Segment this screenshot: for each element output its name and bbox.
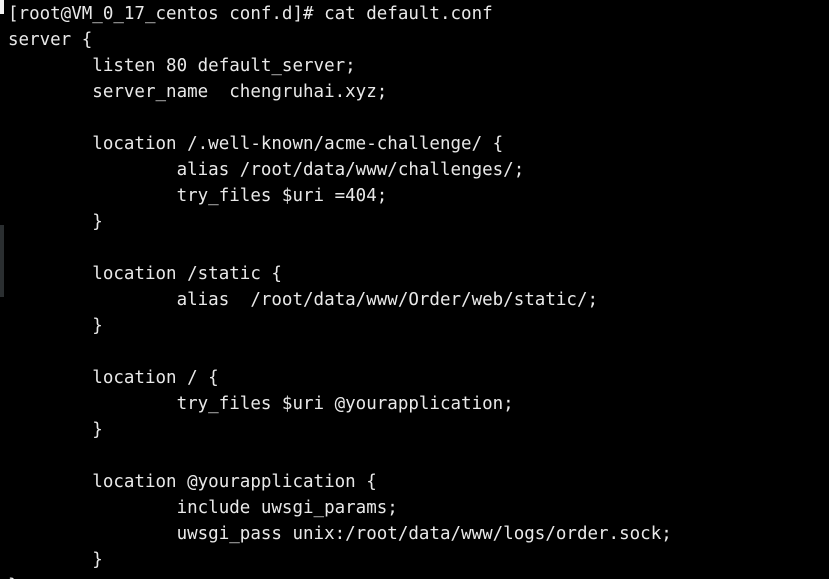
terminal-line: [root@VM_0_17_centos conf.d]# cat defaul… [8, 4, 493, 24]
terminal-line: alias /root/data/www/Order/web/static/; [8, 290, 599, 310]
terminal-line: server { [8, 30, 93, 50]
terminal-line: location /.well-known/acme-challenge/ { [8, 134, 504, 154]
terminal-line: include uwsgi_params; [8, 498, 398, 518]
scrollbar-track[interactable] [0, 0, 4, 579]
terminal-line: try_files $uri =404; [8, 186, 388, 206]
terminal-line: location /static { [8, 264, 282, 284]
terminal-line: } [8, 550, 103, 570]
scrollbar-thumb[interactable] [0, 225, 4, 297]
terminal-line: } [8, 316, 103, 336]
terminal-line: uwsgi_pass unix:/root/data/www/logs/orde… [8, 524, 672, 544]
terminal-output[interactable]: [root@VM_0_17_centos conf.d]# cat defaul… [8, 1, 829, 579]
terminal-line: alias /root/data/www/challenges/; [8, 160, 525, 180]
terminal-line: } [8, 420, 103, 440]
terminal-line: server_name chengruhai.xyz; [8, 82, 388, 102]
terminal-line: location / { [8, 368, 219, 388]
scrollbar-cap [0, 0, 4, 14]
terminal-line: } [8, 212, 103, 232]
terminal-line: location @yourapplication { [8, 472, 377, 492]
terminal-window[interactable]: [root@VM_0_17_centos conf.d]# cat defaul… [0, 0, 829, 579]
terminal-line: } [8, 573, 829, 579]
terminal-line: try_files $uri @yourapplication; [8, 394, 514, 414]
terminal-line: listen 80 default_server; [8, 56, 356, 76]
